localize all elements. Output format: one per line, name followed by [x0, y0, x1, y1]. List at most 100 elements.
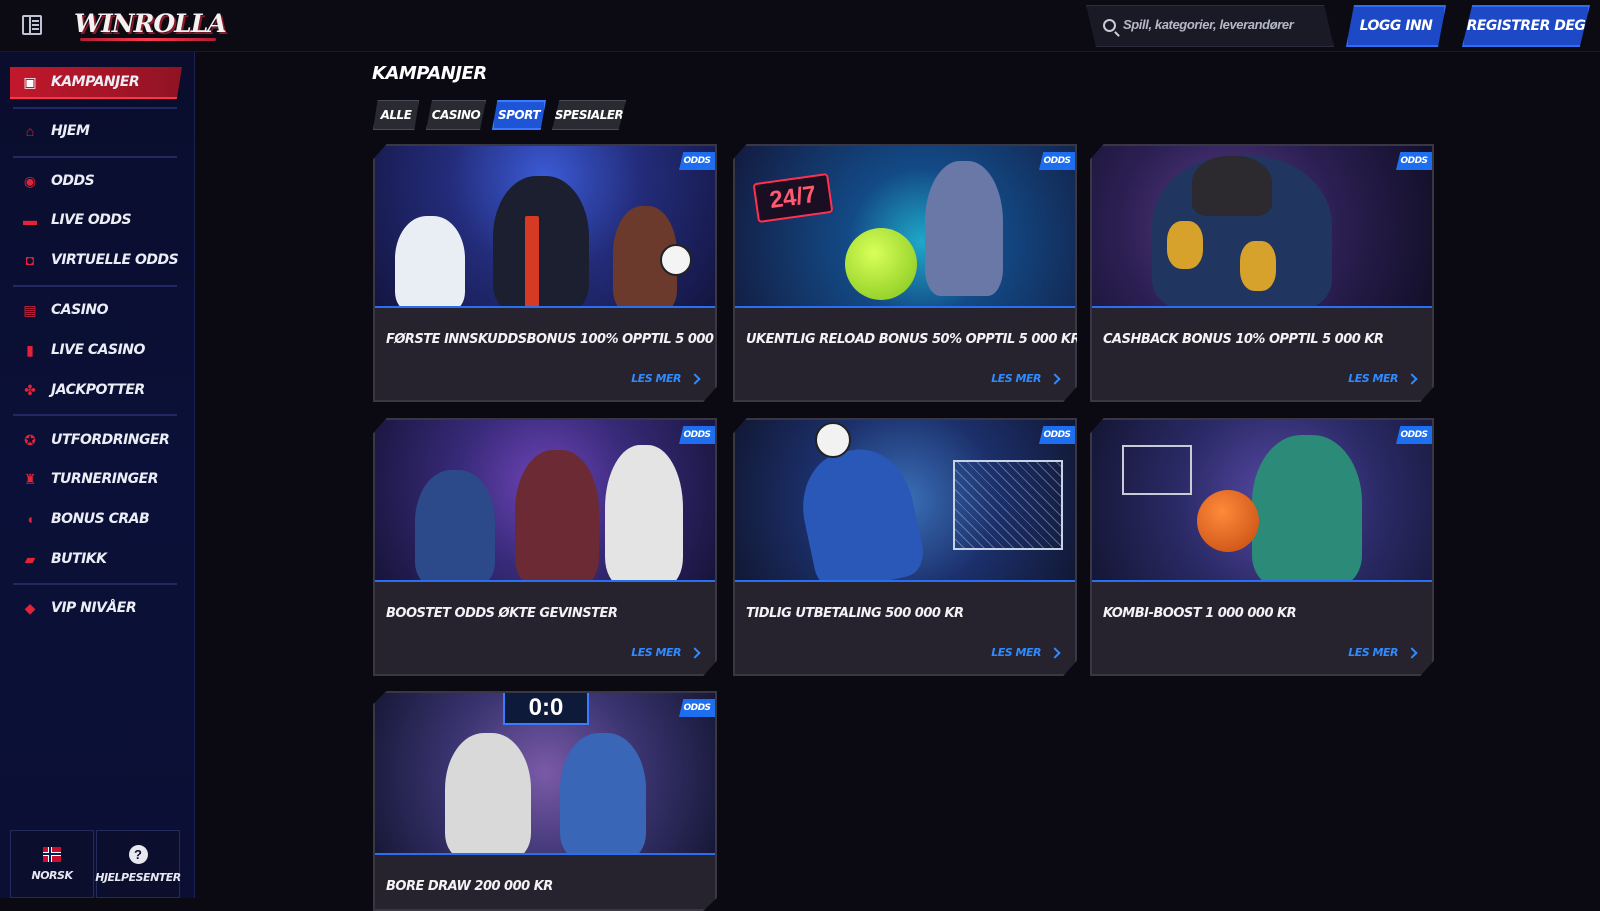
sidebar-item-butikk[interactable]: ▰ BUTIKK — [10, 543, 182, 575]
filter-tab-spesialer[interactable]: SPESIALER — [552, 100, 626, 130]
promo-card[interactable]: 0:0 ODDS BORE DRAW 200 000 KR — [373, 691, 717, 911]
odds-badge: ODDS — [1039, 152, 1075, 170]
sidebar-item-label: JACKPOTTER — [51, 382, 145, 398]
sidebar-item-label: LIVE ODDS — [51, 212, 132, 228]
sidebar-divider — [13, 583, 177, 585]
odds-badge: ODDS — [1396, 426, 1432, 444]
login-button[interactable]: LOGG INN — [1346, 5, 1446, 47]
promo-card[interactable]: ODDS CASHBACK BONUS 10% OPPTIL 5 000 KR … — [1090, 144, 1434, 402]
sidebar-item-live-odds[interactable]: ▬ LIVE ODDS — [10, 204, 182, 236]
filter-tab-alle[interactable]: ALLE — [373, 100, 419, 130]
virtual-icon: ◘ — [25, 252, 35, 268]
promo-image-boosted-odds — [375, 420, 715, 582]
sidebar-item-label: VIRTUELLE ODDS — [51, 252, 179, 268]
percent-icon — [1167, 221, 1203, 269]
promo-image-combi-boost — [1092, 420, 1432, 582]
help-center-button[interactable]: ? HJELPESENTER — [95, 830, 181, 898]
promo-card[interactable]: ODDS TIDLIG UTBETALING 500 000 KR LES ME… — [733, 418, 1077, 676]
winrolla-logo[interactable]: WINROLLA — [74, 9, 227, 41]
tennis-ball-icon — [845, 228, 917, 300]
sidebar-item-label: BUTIKK — [51, 551, 107, 567]
promo-image-tennis-reload: 24/7 — [735, 146, 1075, 308]
read-more-link[interactable]: LES MER — [991, 646, 1061, 659]
sidebar-item-vip[interactable]: ◆ VIP NIVÅER — [10, 592, 182, 624]
home-icon: ⌂ — [25, 123, 35, 139]
odds-badge: ODDS — [1396, 152, 1432, 170]
top-bar: WINROLLA Spill, kategorier, leverandører… — [0, 0, 1600, 52]
read-more-link[interactable]: LES MER — [631, 646, 701, 659]
sidebar-item-live-casino[interactable]: ▮ LIVE CASINO — [10, 334, 182, 366]
odds-badge: ODDS — [679, 699, 715, 717]
sidebar-divider — [13, 414, 177, 416]
promo-card[interactable]: ODDS KOMBI-BOOST 1 000 000 KR LES MER — [1090, 418, 1434, 676]
promo-image-bore-draw: 0:0 — [375, 693, 715, 855]
promo-title: UKENTLIG RELOAD BONUS 50% OPPTIL 5 000 K… — [746, 332, 1081, 347]
sidebar-item-label: VIP NIVÅER — [51, 600, 137, 616]
sidebar-item-label: LIVE CASINO — [51, 342, 145, 358]
search-placeholder: Spill, kategorier, leverandører — [1123, 17, 1294, 32]
sidebar-item-hjem[interactable]: ⌂ HJEM — [10, 115, 182, 147]
promo-title: CASHBACK BONUS 10% OPPTIL 5 000 KR — [1103, 332, 1384, 347]
football-icon — [660, 244, 692, 276]
promo-card[interactable]: 24/7 ODDS UKENTLIG RELOAD BONUS 50% OPPT… — [733, 144, 1077, 402]
search-input[interactable]: Spill, kategorier, leverandører — [1086, 5, 1334, 47]
sidebar-item-jackpotter[interactable]: ✤ JACKPOTTER — [10, 374, 182, 406]
sidebar-divider — [13, 285, 177, 287]
filter-tab-sport[interactable]: SPORT — [492, 100, 546, 130]
gift-icon: ▣ — [23, 74, 37, 90]
slot-icon: ▤ — [23, 302, 37, 318]
page-title: KAMPANJER — [372, 63, 487, 84]
sidebar-item-label: HJEM — [51, 123, 90, 139]
basketball-hoop — [1122, 445, 1192, 495]
crab-icon: ◖ — [25, 511, 35, 527]
filter-tab-casino[interactable]: CASINO — [426, 100, 486, 130]
bag-icon: ▰ — [24, 551, 36, 567]
promo-title: TIDLIG UTBETALING 500 000 KR — [746, 606, 964, 621]
ball-icon: ◉ — [23, 173, 37, 189]
promo-image-team-mascots — [375, 146, 715, 308]
chevron-right-icon — [1049, 646, 1061, 659]
language-button[interactable]: NORSK — [10, 830, 94, 898]
sidebar: ▣ KAMPANJER ⌂ HJEM ◉ ODDS ▬ LIVE ODDS ◘ … — [0, 52, 195, 898]
chevron-right-icon — [1406, 372, 1418, 385]
sidebar-item-virtuelle-odds[interactable]: ◘ VIRTUELLE ODDS — [10, 244, 182, 276]
read-more-link[interactable]: LES MER — [631, 372, 701, 385]
register-button[interactable]: REGISTRER DEG — [1462, 5, 1590, 47]
read-more-link[interactable]: LES MER — [1348, 646, 1418, 659]
read-more-link[interactable]: LES MER — [991, 372, 1061, 385]
percent-icon — [1240, 241, 1276, 291]
sidebar-item-kampanjer[interactable]: ▣ KAMPANJER — [10, 67, 182, 99]
card-icon: ▮ — [26, 342, 34, 358]
language-label: NORSK — [31, 868, 73, 882]
sidebar-item-utfordringer[interactable]: ✪ UTFORDRINGER — [10, 424, 182, 456]
promo-card[interactable]: ODDS FØRSTE INNSKUDDSBONUS 100% OPPTIL 5… — [373, 144, 717, 402]
sidebar-item-label: ODDS — [51, 173, 95, 189]
sidebar-item-odds[interactable]: ◉ ODDS — [10, 165, 182, 197]
sidebar-item-label: CASINO — [51, 302, 109, 318]
diamond-icon: ◆ — [24, 600, 36, 616]
chevron-right-icon — [1049, 372, 1061, 385]
promo-image-early-payout — [735, 420, 1075, 582]
promo-title: KOMBI-BOOST 1 000 000 KR — [1103, 606, 1297, 621]
read-more-link[interactable]: LES MER — [1348, 372, 1418, 385]
promo-title: BOOSTET ODDS ØKTE GEVINSTER — [386, 606, 618, 621]
search-icon — [1103, 19, 1116, 32]
clover-icon: ✤ — [24, 382, 36, 398]
sidebar-item-bonus-crab[interactable]: ◖ BONUS CRAB — [10, 503, 182, 535]
sidebar-item-turneringer[interactable]: ♜ TURNERINGER — [10, 463, 182, 495]
goal-net — [953, 460, 1063, 550]
sidebar-item-label: KAMPANJER — [51, 74, 140, 90]
live-icon: ▬ — [23, 212, 37, 228]
badge-icon: ✪ — [24, 432, 36, 448]
chevron-right-icon — [1406, 646, 1418, 659]
odds-badge: ODDS — [679, 426, 715, 444]
promo-card[interactable]: ODDS BOOSTET ODDS ØKTE GEVINSTER LES MER — [373, 418, 717, 676]
football-icon — [815, 422, 851, 458]
sidebar-item-label: BONUS CRAB — [51, 511, 150, 527]
sidebar-item-casino[interactable]: ▤ CASINO — [10, 294, 182, 326]
neon-sign: 24/7 — [752, 172, 834, 224]
sidebar-divider — [13, 156, 177, 158]
chevron-right-icon — [689, 372, 701, 385]
sidebar-item-label: UTFORDRINGER — [51, 432, 170, 448]
sidebar-toggle-icon[interactable] — [22, 15, 42, 35]
